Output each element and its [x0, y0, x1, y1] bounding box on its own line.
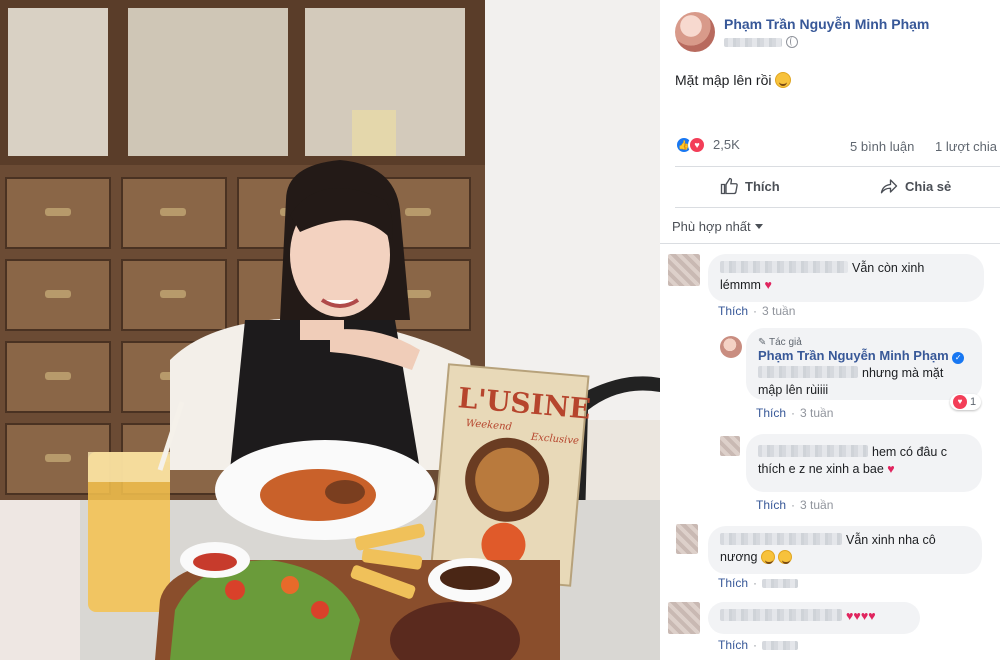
blurred-commenter-name[interactable] — [720, 609, 842, 621]
comment-bubble: Vẫn còn xinh lémmm ♥ — [708, 254, 984, 302]
heart-emoji: ♥ — [764, 278, 772, 292]
thumbs-up-icon — [720, 177, 738, 195]
comment-actions: Thích · 3 tuần — [718, 304, 796, 318]
author-tag: Tác giả — [769, 337, 802, 348]
share-button[interactable]: Chia sẻ — [880, 168, 951, 204]
commenter-avatar[interactable] — [668, 602, 700, 634]
blurred-time[interactable] — [762, 578, 799, 588]
share-label: Chia sẻ — [905, 178, 952, 194]
comment-bubble: Vẫn xinh nha cô nương — [708, 526, 982, 574]
heart-emoji: ♥ — [887, 462, 895, 476]
comment-actions: Thích · 3 tuần — [756, 406, 834, 420]
comment-bubble: ♥♥♥♥ — [708, 602, 920, 634]
comment-like-link[interactable]: Thích — [718, 304, 748, 318]
pencil-icon: ✎ — [758, 337, 767, 348]
blurred-time[interactable] — [762, 640, 799, 650]
smile-emoji — [775, 72, 792, 88]
comment-text: Vẫn còn xinh — [852, 261, 925, 275]
smile-emoji — [778, 550, 793, 564]
heart-emoji: ♥ — [853, 609, 861, 623]
reply-author-name[interactable]: Phạm Trần Nguyễn Minh Phạm — [758, 348, 949, 363]
sort-label: Phù hợp nhất — [672, 219, 751, 234]
heart-emoji: ♥ — [868, 609, 876, 623]
post-meta — [724, 36, 798, 48]
author-reply-avatar[interactable] — [720, 336, 742, 358]
comment-time[interactable]: 3 tuần — [762, 304, 795, 318]
share-count[interactable]: 1 lượt chia sẻ — [935, 139, 1000, 154]
author-name[interactable]: Phạm Trần Nguyễn Minh Phạm — [724, 16, 929, 32]
comment-reaction-count: 1 — [970, 396, 977, 408]
comment-text-line2: thích e z ne xinh a bae — [758, 462, 884, 476]
author-tag-row: ✎ Tác giả — [758, 334, 970, 348]
post-caption: Mặt mập lên rồi — [675, 72, 792, 88]
comment-bubble: ✎ Tác giả Phạm Trần Nguyễn Minh Phạm ✓ n… — [746, 328, 982, 400]
comment-reaction-pill[interactable]: ♥ 1 — [950, 394, 982, 410]
comment-time[interactable]: 3 tuần — [800, 406, 833, 420]
verified-icon: ✓ — [952, 352, 965, 364]
post-header: Phạm Trần Nguyễn Minh Phạm — [675, 12, 995, 56]
like-label: Thích — [745, 178, 780, 194]
commenter-avatar[interactable] — [668, 254, 700, 286]
divider — [675, 166, 1000, 167]
love-reaction-icon[interactable]: ♥ — [688, 136, 706, 154]
comment-text: nhưng mà mặt — [862, 366, 944, 380]
comment-like-link[interactable]: Thích — [756, 498, 786, 512]
comment-text: Vẫn xinh nha cô — [846, 533, 936, 547]
post-panel: Phạm Trần Nguyễn Minh Phạm Mặt mập lên r… — [660, 0, 1000, 660]
comment-like-link[interactable]: Thích — [718, 576, 748, 590]
caret-down-icon — [754, 224, 763, 229]
photo-illustration: L'USINE Weekend Exclusive — [0, 0, 660, 660]
comment-text-line2: mập lên rùiiii — [758, 383, 829, 397]
comment-like-link[interactable]: Thích — [718, 638, 748, 652]
comment-text: hem có đâu c — [872, 445, 948, 459]
smile-emoji — [760, 550, 775, 564]
post-stats: 👍 ♥ 2,5K 5 bình luận 1 lượt chia sẻ — [675, 135, 1000, 155]
divider — [675, 207, 1000, 208]
globe-icon — [786, 36, 798, 48]
blurred-timestamp[interactable] — [724, 37, 782, 47]
post-actions: Thích Chia sẻ — [675, 168, 1000, 204]
comment-text-line2: nương — [720, 550, 758, 564]
comment-like-link[interactable]: Thích — [756, 406, 786, 420]
comment-bubble: hem có đâu c thích e z ne xinh a bae ♥ — [746, 434, 982, 492]
comment-count[interactable]: 5 bình luận — [850, 139, 914, 154]
comment-text-line2: lémmm — [720, 278, 761, 292]
like-button[interactable]: Thích — [720, 168, 780, 204]
blurred-mention[interactable] — [758, 366, 858, 378]
love-reaction-icon: ♥ — [953, 395, 967, 409]
divider — [660, 243, 1000, 244]
commenter-avatar[interactable] — [720, 436, 740, 456]
comment-actions: Thích · — [718, 638, 799, 652]
post-photo[interactable]: L'USINE Weekend Exclusive — [0, 0, 660, 660]
comment-actions: Thích · — [718, 576, 799, 590]
author-avatar[interactable] — [675, 12, 715, 52]
comment-actions: Thích · 3 tuần — [756, 498, 834, 512]
post-caption-text: Mặt mập lên rồi — [675, 72, 772, 88]
commenter-avatar[interactable] — [676, 524, 698, 554]
blurred-commenter-name[interactable] — [758, 445, 868, 457]
share-arrow-icon — [880, 179, 898, 194]
reaction-count[interactable]: 2,5K — [713, 137, 740, 152]
blurred-commenter-name[interactable] — [720, 533, 842, 545]
blurred-commenter-name[interactable] — [720, 261, 848, 273]
comment-time[interactable]: 3 tuần — [800, 498, 833, 512]
sort-dropdown[interactable]: Phù hợp nhất — [672, 219, 763, 234]
